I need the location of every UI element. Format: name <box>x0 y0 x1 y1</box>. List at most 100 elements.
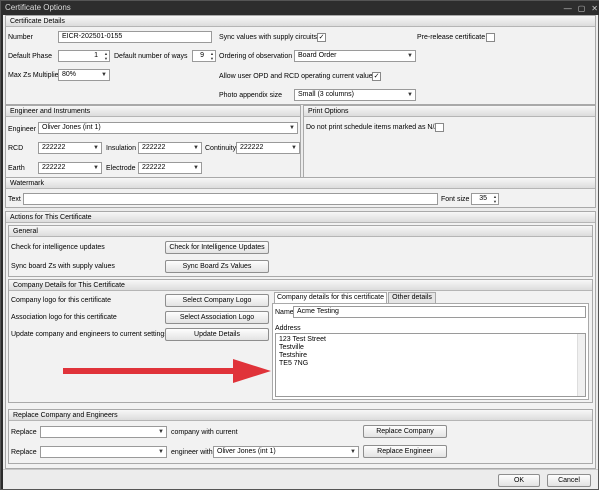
chevron-down-icon: ▼ <box>193 145 199 151</box>
address-line: 123 Test Street <box>279 336 326 343</box>
chevron-down-icon: ▼ <box>93 165 99 171</box>
earth-value: 222222 <box>42 164 66 171</box>
company-logo-label: Company logo for this certificate <box>11 297 111 304</box>
ordering-label: Ordering of observation <box>219 53 293 60</box>
actions-header: Actions for This Certificate <box>6 212 595 223</box>
insulation-label: Insulation <box>106 145 136 152</box>
prerelease-checkbox[interactable] <box>486 33 495 42</box>
assoc-logo-label: Association logo for this certificate <box>11 314 117 321</box>
chevron-down-icon: ▼ <box>407 53 413 59</box>
actions-group: Actions for This Certificate General Che… <box>5 211 596 469</box>
certificate-details-group: Certificate Details Number EICR-202501-0… <box>5 15 596 105</box>
print-options-header: Print Options <box>304 106 595 117</box>
default-phase-stepper[interactable]: 1 ▲ ▼ <box>58 50 110 62</box>
chevron-down-icon: ▼ <box>407 92 413 98</box>
default-ways-value: 9 <box>200 52 204 59</box>
engineer-group: Engineer and Instruments Engineer Oliver… <box>5 105 301 187</box>
chevron-down-icon: ▼ <box>350 449 356 455</box>
chevron-down-icon: ▼ <box>158 449 164 455</box>
replace-company-button[interactable]: Replace Company <box>363 425 447 438</box>
fontsize-value: 35 <box>479 195 487 202</box>
chevron-down-icon: ▼ <box>93 145 99 151</box>
company-header: Company Details for This Certificate <box>9 280 592 291</box>
replace-engineer-dropdown[interactable]: ▼ <box>40 446 167 458</box>
ok-button[interactable]: OK <box>498 474 540 487</box>
electrode-label: Electrode <box>106 165 136 172</box>
address-line: Testshire <box>279 352 308 359</box>
continuity-label: Continuity <box>205 145 237 152</box>
check-updates-button[interactable]: Check for Intelligence Updates <box>165 241 269 254</box>
engineer-value: Oliver Jones (int 1) <box>42 124 101 131</box>
replace-engineer-button[interactable]: Replace Engineer <box>363 445 447 458</box>
with-current-label: company with current <box>171 429 238 436</box>
stepper-arrows-icon[interactable]: ▲ ▼ <box>210 51 214 61</box>
stepper-arrows-icon[interactable]: ▲ ▼ <box>493 194 497 204</box>
close-icon[interactable]: ✕ <box>591 2 598 16</box>
default-ways-stepper[interactable]: 9 ▲ ▼ <box>192 50 216 62</box>
sync-zs-button[interactable]: Sync Board Zs Values <box>165 260 269 273</box>
rcd-dropdown[interactable]: 222222 ▼ <box>38 142 102 154</box>
certificate-details-header: Certificate Details <box>6 16 595 27</box>
max-zs-value: 80% <box>62 71 77 78</box>
maximize-icon[interactable]: ▢ <box>578 2 586 16</box>
chevron-down-icon: ▼ <box>291 145 297 151</box>
sync-checkbox[interactable]: ✓ <box>317 33 326 42</box>
red-arrow-annotation <box>63 359 271 383</box>
continuity-dropdown[interactable]: 222222 ▼ <box>236 142 300 154</box>
rcd-label: RCD <box>8 145 24 152</box>
certificate-options-window: Certificate Options — ▢ ✕ Certificate De… <box>0 0 599 490</box>
window-title: Certificate Options <box>5 3 71 12</box>
engineer-header: Engineer and Instruments <box>6 106 300 117</box>
ordering-dropdown[interactable]: Board Order ▼ <box>294 50 416 62</box>
update-details-button[interactable]: Update Details <box>165 328 269 341</box>
engineer-with-dropdown[interactable]: Oliver Jones (int 1) ▼ <box>213 446 359 458</box>
na-label: Do not print schedule items marked as N/… <box>306 124 440 131</box>
photo-dropdown[interactable]: Small (3 columns) ▼ <box>294 89 416 101</box>
earth-dropdown[interactable]: 222222 ▼ <box>38 162 102 174</box>
max-zs-dropdown[interactable]: 80% ▼ <box>58 69 110 81</box>
company-name-field[interactable]: Acme Testing <box>293 306 586 318</box>
cancel-button[interactable]: Cancel <box>547 474 591 487</box>
select-assoc-logo-button[interactable]: Select Association Logo <box>165 311 269 324</box>
photo-label: Photo appendix size <box>219 92 283 99</box>
rcd-value: 222222 <box>42 144 66 151</box>
chevron-down-icon: ▼ <box>289 125 295 131</box>
chevron-down-icon: ▼ <box>193 165 199 171</box>
electrode-dropdown[interactable]: 222222 ▼ <box>138 162 202 174</box>
dialog-body: Certificate Details Number EICR-202501-0… <box>3 15 598 489</box>
address-field[interactable]: 123 Test Street Testville Testshire TE5 … <box>275 333 586 397</box>
select-company-logo-button[interactable]: Select Company Logo <box>165 294 269 307</box>
number-field[interactable]: EICR-202501-0155 <box>58 31 212 43</box>
engineer-dropdown[interactable]: Oliver Jones (int 1) ▼ <box>38 122 298 134</box>
insulation-value: 222222 <box>142 144 166 151</box>
stepper-arrows-icon[interactable]: ▲ ▼ <box>104 51 108 61</box>
chevron-down-icon: ▼ <box>101 72 107 78</box>
update-details-label: Update company and engineers to current … <box>11 331 168 338</box>
sync-zs-label: Sync board Zs with supply values <box>11 263 115 270</box>
default-phase-label: Default Phase <box>8 53 52 60</box>
general-group: General Check for intelligence updates C… <box>8 225 593 277</box>
replace-company-dropdown[interactable]: ▼ <box>40 426 167 438</box>
replace-engineer-label: Replace <box>11 449 37 456</box>
general-header: General <box>9 226 592 237</box>
continuity-value: 222222 <box>240 144 264 151</box>
dialog-footer: OK Cancel <box>3 469 598 489</box>
address-line: Testville <box>279 344 304 351</box>
na-checkbox[interactable] <box>435 123 444 132</box>
electrode-value: 222222 <box>142 164 166 171</box>
minimize-icon[interactable]: — <box>564 2 572 16</box>
engineer-with-value: Oliver Jones (int 1) <box>217 448 276 455</box>
number-label: Number <box>8 34 33 41</box>
allow-checkbox[interactable]: ✓ <box>372 72 381 81</box>
prerelease-label: Pre-release certificate <box>417 34 486 41</box>
insulation-dropdown[interactable]: 222222 ▼ <box>138 142 202 154</box>
watermark-text-field[interactable] <box>23 193 438 205</box>
replace-group: Replace Company and Engineers Replace ▼ … <box>8 409 593 464</box>
fontsize-stepper[interactable]: 35 ▲ ▼ <box>471 193 499 205</box>
company-name-label: Name <box>275 309 294 316</box>
address-scrollbar[interactable] <box>577 334 585 396</box>
photo-value: Small (3 columns) <box>298 91 355 98</box>
address-line: TE5 7NG <box>279 360 309 367</box>
default-ways-label: Default number of ways <box>114 53 188 60</box>
company-tab-panel: Name Acme Testing Address 123 Test Stree… <box>272 303 589 400</box>
